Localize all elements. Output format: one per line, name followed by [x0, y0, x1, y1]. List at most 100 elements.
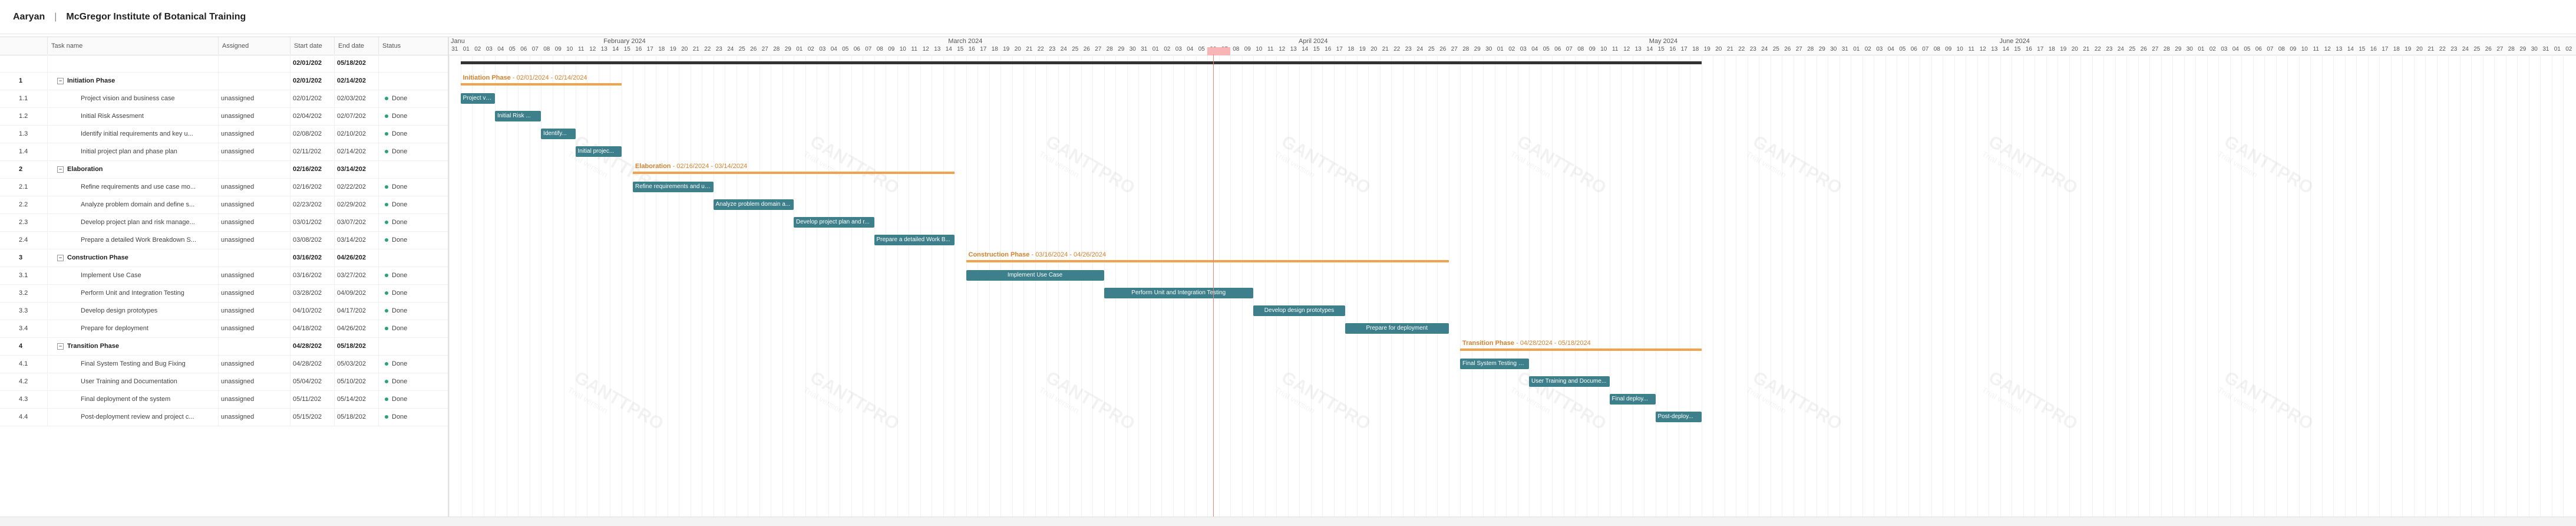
start-date-cell: 02/01/202 — [290, 90, 334, 107]
trial-watermark: GANTTPRO Trial version — [1037, 367, 1138, 435]
task-row[interactable]: 3.4 Prepare for deployment unassigned 04/18… — [0, 320, 448, 338]
task-row[interactable]: 1.1 Project vision and business case unass… — [0, 90, 448, 108]
day-label: 17 — [646, 46, 653, 52]
day-label: 28 — [1106, 46, 1113, 52]
task-bar[interactable]: Implement Use Case — [966, 270, 1104, 281]
day-label: 12 — [1279, 46, 1286, 52]
phase-row[interactable]: 4 − Transition Phase 04/28/202 05/18/202 — [0, 337, 448, 356]
task-bar[interactable]: Develop design prototypes — [1253, 305, 1345, 316]
day-gridline — [2448, 54, 2449, 520]
collapse-toggle-icon[interactable]: − — [57, 166, 64, 173]
assigned-cell: unassigned — [218, 320, 290, 337]
task-row[interactable]: 2.3 Develop project plan and risk manage.… — [0, 213, 448, 232]
day-label: 09 — [1588, 46, 1596, 52]
start-date-cell: 03/08/202 — [290, 231, 334, 249]
day-gridline — [2459, 54, 2461, 520]
task-name-text: Initial Risk Assesment — [81, 113, 144, 120]
phase-bar[interactable] — [460, 83, 622, 86]
day-label: 26 — [2485, 46, 2492, 52]
day-gridline — [2425, 54, 2426, 520]
day-label: 21 — [1382, 46, 1389, 52]
task-bar[interactable]: Post-deploy... — [1655, 412, 1702, 422]
task-bar[interactable]: Perform Unit and Integration Testing — [1104, 288, 1253, 298]
task-bar[interactable]: Initial Risk ... — [495, 111, 541, 121]
day-gridline — [2115, 54, 2116, 520]
header-separator: | — [54, 11, 57, 22]
phase-row[interactable]: 02/01/202 05/18/202 — [0, 54, 448, 73]
collapse-toggle-icon[interactable]: − — [57, 254, 64, 261]
assigned-column-header[interactable]: Assigned — [218, 37, 290, 55]
start-date-column-header[interactable]: Start date — [290, 37, 334, 55]
wbs-cell: 1.2 — [19, 113, 28, 120]
day-label: 01 — [796, 46, 803, 52]
day-label: 03 — [1876, 46, 1883, 52]
task-row[interactable]: 2.2 Analyze problem domain and define s..… — [0, 196, 448, 214]
user-name[interactable]: Aaryan — [13, 12, 45, 22]
collapse-toggle-icon[interactable]: − — [57, 343, 64, 350]
end-date-cell: 04/26/202 — [334, 320, 378, 337]
status-cell — [378, 337, 448, 355]
day-label: 07 — [1922, 46, 1929, 52]
status-text: Done — [392, 113, 408, 120]
task-bar[interactable]: Prepare a detailed Work B... — [874, 235, 955, 245]
task-bar[interactable]: Final System Testing and... — [1460, 359, 1529, 369]
start-date-cell: 04/28/202 — [290, 355, 334, 373]
phase-label: Initiation Phase - 02/01/2024 - 02/14/20… — [463, 74, 587, 81]
status-column-header[interactable]: Status — [378, 37, 448, 55]
task-row[interactable]: 2.1 Refine requirements and use case mo..… — [0, 178, 448, 196]
end-date-column-header[interactable]: End date — [334, 37, 378, 55]
day-label: 14 — [2002, 46, 2009, 52]
wbs-cell — [0, 54, 47, 72]
day-label: 17 — [980, 46, 987, 52]
day-gridline — [943, 54, 944, 520]
end-date-cell: 05/03/202 — [334, 355, 378, 373]
status-cell: Done — [378, 390, 448, 408]
day-label: 08 — [876, 46, 883, 52]
day-gridline — [2218, 54, 2219, 520]
task-row[interactable]: 1.3 Identify initial requirements and key… — [0, 125, 448, 143]
task-bar[interactable]: Refine requirements and use ... — [633, 182, 714, 192]
day-label: 21 — [1726, 46, 1733, 52]
day-label: 02 — [2565, 46, 2572, 52]
status-cell: Done — [378, 178, 448, 196]
task-row[interactable]: 3.1 Implement Use Case unassigned 03/16/202… — [0, 267, 448, 285]
task-row[interactable]: 3.3 Develop design prototypes unassigned 04… — [0, 302, 448, 320]
day-gridline — [1333, 54, 1335, 520]
day-label: 13 — [934, 46, 941, 52]
task-row[interactable]: 3.2 Perform Unit and Integration Testing u… — [0, 284, 448, 303]
phase-bar[interactable] — [966, 260, 1449, 262]
task-name-column-header[interactable]: Task name — [47, 37, 218, 55]
day-gridline — [1264, 54, 1266, 520]
start-date-cell: 02/16/202 — [290, 178, 334, 196]
project-summary-bar[interactable] — [460, 61, 1702, 64]
end-date-cell: 05/14/202 — [334, 390, 378, 408]
task-row[interactable]: 4.3 Final deployment of the system unassig… — [0, 390, 448, 409]
collapse-toggle-icon[interactable]: − — [57, 77, 64, 84]
task-bar[interactable]: Initial projec... — [575, 146, 622, 157]
phase-bar[interactable] — [633, 172, 955, 174]
status-dot-icon — [385, 150, 388, 154]
task-bar[interactable]: Project vis... — [460, 93, 495, 104]
horizontal-scrollbar[interactable] — [0, 517, 2576, 526]
task-name-cell: Perform Unit and Integration Testing — [47, 284, 218, 302]
task-bar[interactable]: Final deploy... — [1609, 394, 1656, 405]
day-label: 26 — [750, 46, 757, 52]
status-dot-icon — [385, 397, 388, 402]
task-bar[interactable]: Analyze problem domain a... — [713, 199, 794, 210]
task-row[interactable]: 4.1 Final System Testing and Bug Fixing un… — [0, 355, 448, 373]
task-row[interactable]: 1.2 Initial Risk Assesment unassigned 02/04… — [0, 107, 448, 126]
phase-bar[interactable] — [1460, 349, 1702, 351]
task-row[interactable]: 4.4 Post-deployment review and project c.… — [0, 408, 448, 426]
task-bar[interactable]: Identify... — [541, 129, 576, 139]
task-row[interactable]: 2.4 Prepare a detailed Work Breakdown S..… — [0, 231, 448, 249]
task-bar[interactable]: Prepare for deployment — [1345, 323, 1449, 334]
task-row[interactable]: 4.2 User Training and Documentation unassi… — [0, 373, 448, 391]
phase-row[interactable]: 1 − Initiation Phase 02/01/202 02/14/202 — [0, 72, 448, 90]
task-bar[interactable]: User Training and Docume... — [1529, 376, 1610, 387]
phase-row[interactable]: 3 − Construction Phase 03/16/202 04/26/202 — [0, 249, 448, 267]
task-row[interactable]: 1.4 Initial project plan and phase plan un… — [0, 143, 448, 161]
phase-row[interactable]: 2 − Elaboration 02/16/202 03/14/202 — [0, 160, 448, 179]
end-date-cell: 02/22/202 — [334, 178, 378, 196]
task-bar[interactable]: Develop project plan and r... — [794, 217, 874, 228]
project-title[interactable]: McGregor Institute of Botanical Training — [66, 12, 246, 22]
